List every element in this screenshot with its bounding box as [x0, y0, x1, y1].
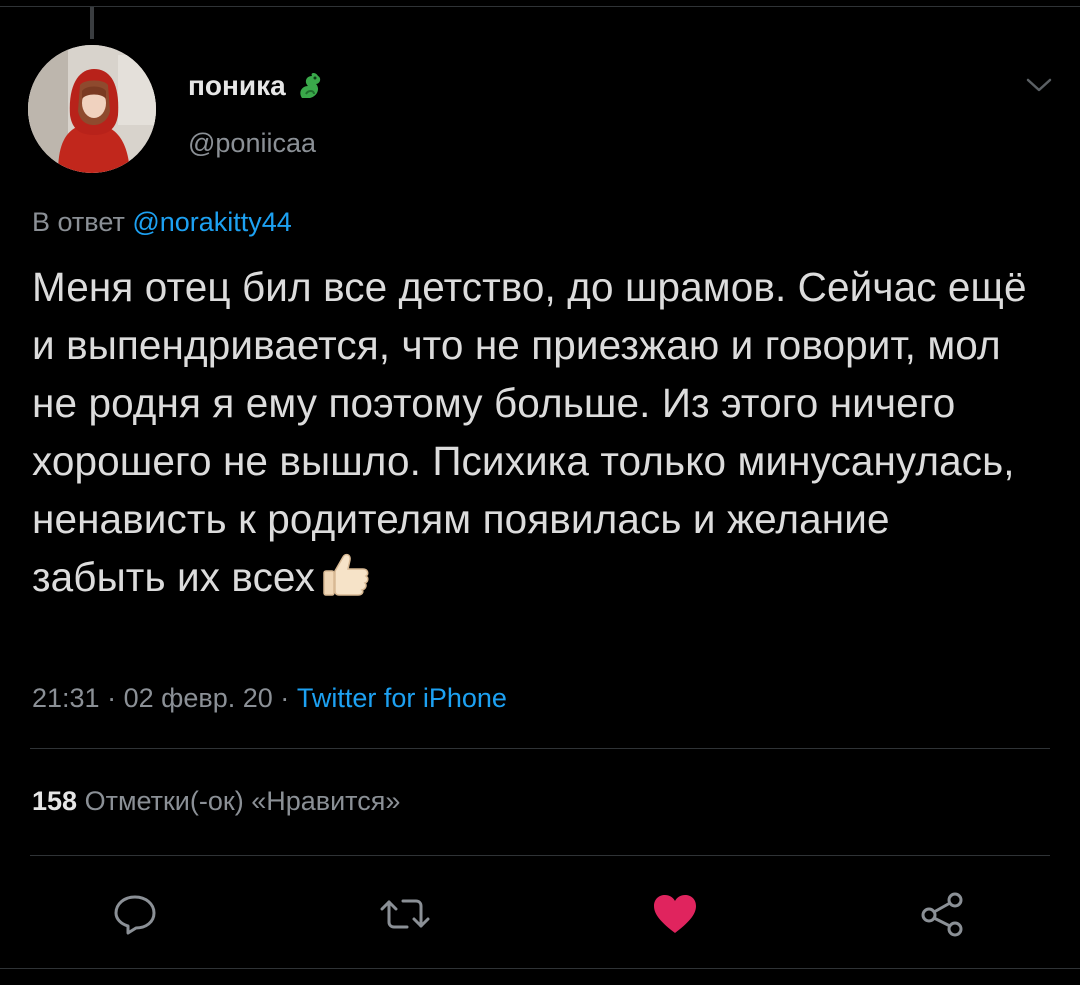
author-handle[interactable]: @poniicaa	[188, 128, 316, 159]
tweet-text: Меня отец бил все детство, до шрамов. Се…	[32, 264, 1027, 600]
tweet-body: Меня отец бил все детство, до шрамов. Се…	[32, 258, 1032, 606]
divider	[30, 748, 1050, 749]
retweet-button[interactable]	[375, 886, 435, 942]
meta-separator: ·	[107, 683, 117, 713]
tweet-time: 21:31	[32, 683, 100, 713]
share-icon	[921, 892, 963, 937]
retweet-icon	[380, 899, 430, 929]
author-display-name[interactable]: поника	[188, 70, 286, 102]
likes-count: 158	[32, 786, 78, 816]
author-name-row[interactable]: поника	[188, 70, 324, 102]
thumbs-up-icon	[323, 553, 369, 596]
tweet-date: 02 февр. 20	[123, 683, 273, 713]
reply-context: В ответ @norakitty44	[32, 207, 292, 238]
bottom-divider	[0, 968, 1080, 969]
tweet-source-link[interactable]: Twitter for iPhone	[297, 683, 507, 713]
share-button[interactable]	[912, 886, 972, 942]
likes-stat[interactable]: 158 Отметки(-ок) «Нравится»	[32, 786, 400, 817]
avatar-photo	[28, 45, 156, 173]
like-button[interactable]	[645, 886, 705, 942]
reply-mention-link[interactable]: @norakitty44	[132, 207, 291, 237]
comment-icon	[114, 895, 156, 935]
dragon-emoji-icon	[300, 73, 320, 98]
meta-separator: ·	[280, 683, 290, 713]
divider	[30, 855, 1050, 856]
heart-icon	[654, 895, 696, 933]
top-divider	[0, 6, 1080, 7]
tweet-meta: 21:31 · 02 февр. 20 · Twitter for iPhone	[32, 683, 507, 714]
avatar[interactable]	[28, 45, 156, 173]
likes-label: Отметки(-ок) «Нравится»	[84, 786, 401, 816]
reply-button[interactable]	[105, 886, 165, 942]
reply-prefix: В ответ	[32, 207, 125, 237]
chevron-down-icon[interactable]	[1024, 72, 1054, 96]
thread-connector-line	[90, 7, 94, 39]
